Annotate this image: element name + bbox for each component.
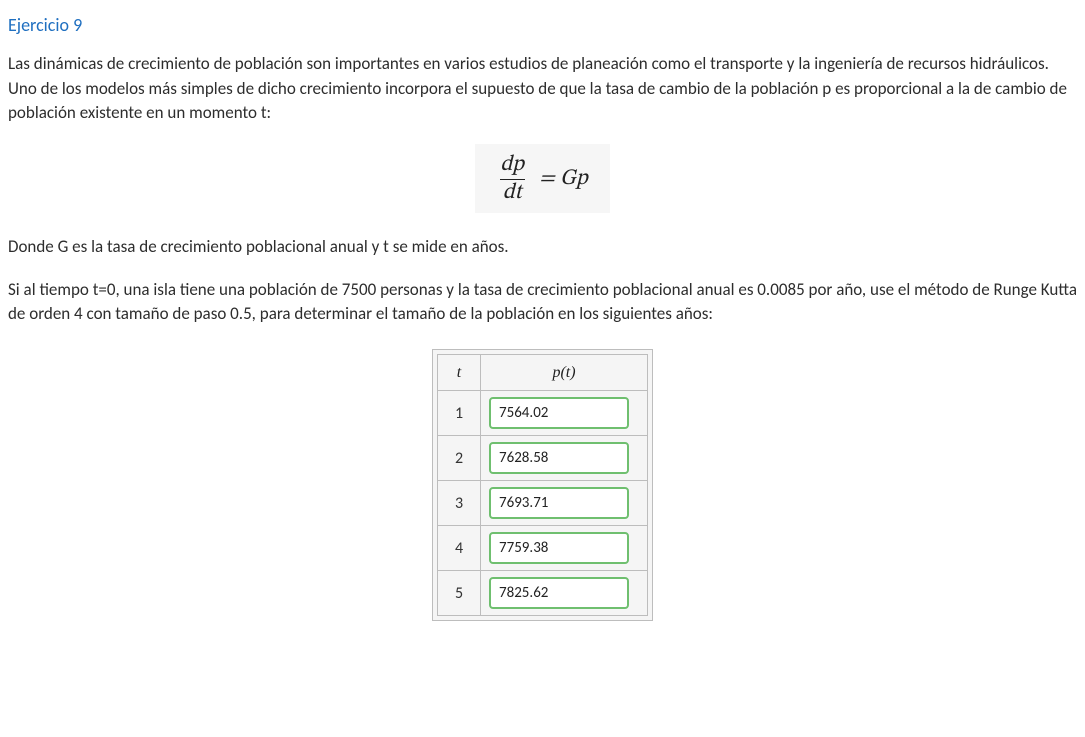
column-header-pt: p(t) [481, 355, 648, 391]
exercise-title: Ejercicio 9 [8, 12, 1077, 38]
equation-rhs: = Gp [539, 164, 588, 196]
equation-block: dp dt = Gp [8, 144, 1077, 213]
problem-paragraph-2: Donde G es la tasa de crecimiento poblac… [8, 235, 1077, 260]
problem-paragraph-1: Las dinámicas de crecimiento de població… [8, 52, 1077, 126]
t-value: 1 [438, 391, 481, 436]
table-row: 2 [438, 436, 648, 481]
equation: dp dt = Gp [497, 154, 587, 205]
answer-input[interactable] [489, 487, 629, 519]
table-row: 4 [438, 526, 648, 571]
answer-input[interactable] [489, 442, 629, 474]
t-value: 2 [438, 436, 481, 481]
t-value: 5 [438, 571, 481, 616]
column-header-t: t [438, 355, 481, 391]
problem-paragraph-3: Si al tiempo t=0, una isla tiene una pob… [8, 278, 1077, 327]
equation-box: dp dt = Gp [475, 144, 609, 213]
t-value: 4 [438, 526, 481, 571]
table-row: 1 [438, 391, 648, 436]
answer-input[interactable] [489, 532, 629, 564]
equation-numerator: dp [497, 154, 527, 179]
t-value: 3 [438, 481, 481, 526]
answer-table-container: t p(t) 1 2 [432, 349, 653, 621]
answer-input[interactable] [489, 577, 629, 609]
answer-table: t p(t) 1 2 [437, 354, 648, 616]
answer-input[interactable] [489, 397, 629, 429]
equation-fraction: dp dt [497, 154, 527, 205]
table-row: 3 [438, 481, 648, 526]
equation-denominator: dt [500, 179, 525, 205]
table-row: 5 [438, 571, 648, 616]
